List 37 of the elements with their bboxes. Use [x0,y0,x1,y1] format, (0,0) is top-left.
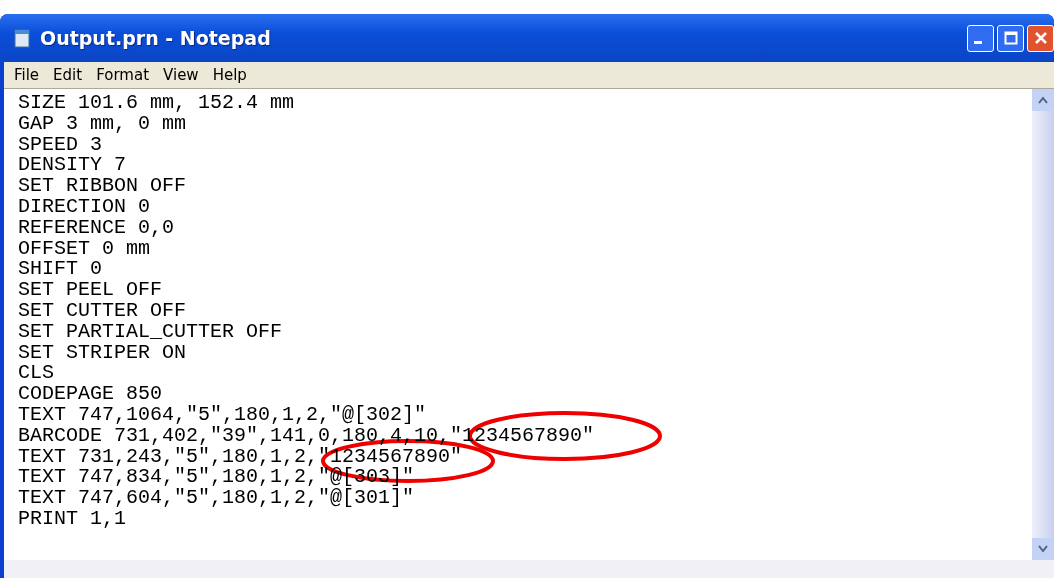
code-line: SET PARTIAL_CUTTER OFF [18,321,283,343]
minimize-button[interactable] [967,24,994,52]
code-line: CODEPAGE 850 [18,384,163,405]
menu-item[interactable]: Edit [53,66,83,84]
code-line: TEXT 747,604,"5",180,1,2,"@[301]" [18,488,415,509]
code-line: GAP 3 mm, 0 mm [18,113,187,135]
code-line: SET RIBBON OFF [18,176,187,197]
maximize-button[interactable] [997,24,1024,52]
close-button[interactable] [1027,24,1054,52]
code-line: SHIFT 0 [18,259,102,281]
scroll-down-button[interactable] [1032,538,1054,560]
code-line: REFERENCE 0,0 [18,217,175,239]
minimize-icon [973,40,982,44]
code-line: SET CUTTER OFF [18,300,187,322]
window-title: Output.prn - Notepad [40,27,271,49]
code-line: TEXT 747,1064,"5",180,1,2,"@[302]" [18,404,427,426]
maximize-icon [1003,31,1018,45]
vertical-scrollbar[interactable] [1032,89,1054,560]
menu-item[interactable]: File [14,66,40,84]
code-line: SET PEEL OFF [18,280,163,301]
menu-item[interactable]: View [163,66,199,84]
menu-item[interactable]: Format [96,66,150,84]
code-line: SIZE 101.6 mm, 152.4 mm [18,93,295,114]
code-line: OFFSET 0 mm [18,238,151,260]
code-line: DENSITY 7 [18,155,127,177]
code-line: DIRECTION 0 [18,197,151,218]
code-line: CLS [18,363,54,385]
close-icon [1033,31,1048,45]
scroll-up-button[interactable] [1032,89,1054,111]
notepad-icon [14,28,32,48]
down-caret-icon [1038,545,1048,553]
up-caret-icon [1038,96,1048,104]
menu-item[interactable]: Help [212,66,247,84]
code-line: SPEED 3 [18,134,102,156]
code-line: SET STRIPER ON [18,342,187,364]
horizontal-scrollbar[interactable] [4,560,1054,578]
code-line: PRINT 1,1 [18,508,127,530]
